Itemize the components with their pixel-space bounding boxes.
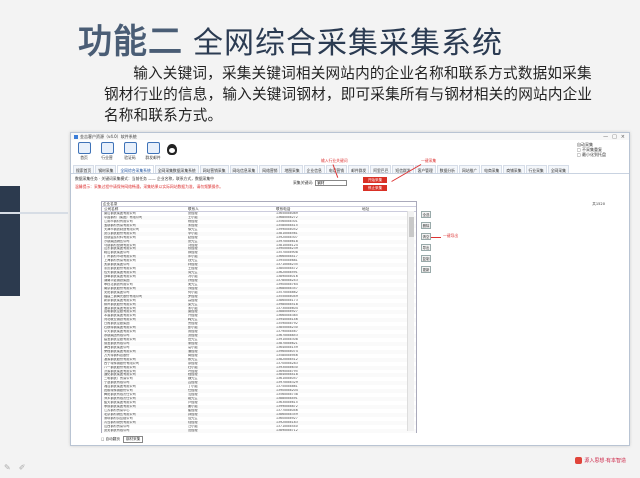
network-icon	[100, 142, 114, 154]
title-light: 全网综合采集采集系统	[193, 26, 503, 61]
side-button-3[interactable]: 导出	[421, 244, 431, 251]
table-scrollbar[interactable]	[407, 211, 414, 431]
toolbar-mail-button[interactable]: 群发邮件	[144, 142, 162, 161]
options-panel: 自动采集 □ 不采集重复 □ 最小化到托盘	[577, 142, 625, 157]
brand-mark-icon	[575, 457, 583, 464]
annotation-input-hint: 输入行业关键词	[321, 158, 348, 163]
tab-19[interactable]: 全网采集	[547, 165, 569, 173]
decorative-dark-bar	[0, 186, 20, 296]
tab-18[interactable]: 行业采集	[525, 165, 547, 173]
tab-3[interactable]: 全网采集数据采集系统	[154, 165, 199, 173]
toolbar: 首页 行业营 验证码 群发邮件	[71, 140, 629, 165]
description-text: 输入关键词，采集关键词相关网站内的企业名称和联系方式数据如采集钢材行业的信息，输…	[104, 65, 593, 124]
annotation-export: 一键导出	[443, 233, 459, 238]
tab-10[interactable]: 邮件群发	[348, 165, 370, 173]
header-phone: 联系电话	[276, 207, 291, 211]
tab-1[interactable]: 钢材采集	[95, 165, 117, 173]
side-button-2[interactable]: 清空	[421, 233, 431, 240]
side-button-1[interactable]: 删除	[421, 222, 431, 229]
side-button-group: 全选删除清空导出复制更新	[421, 211, 431, 273]
close-button[interactable]: ×	[621, 134, 625, 140]
pencil-icon: ✐	[18, 463, 26, 472]
mode-select[interactable]: 钢材采集	[122, 436, 144, 443]
option-tray[interactable]: □ 最小化到托盘	[577, 152, 625, 157]
app-window: 金吉客户资源（v4.0）软件系统 — □ × 首页 行业营 验证码 群发邮件 自…	[70, 132, 630, 446]
tab-bar: 搜索首页 钢材采集 全网综合采集系统 全网采集数据采集系统 网站营销采集 网站信息采集 网络…	[71, 165, 629, 174]
toolbar-network-button[interactable]: 行业营	[98, 142, 116, 161]
auto-page-checkbox[interactable]: □ 自动翻页	[101, 437, 120, 442]
home-icon	[77, 142, 91, 154]
cell-contact: 范经理	[188, 428, 198, 432]
side-button-0[interactable]: 全选	[421, 211, 431, 218]
cell-phone: 1389xxxx712	[276, 428, 298, 432]
tab-16[interactable]: 电商采集	[481, 165, 503, 173]
tab-11[interactable]: 阿里巴巴	[370, 165, 392, 173]
start-collect-button[interactable]: 开始采集	[363, 177, 387, 183]
side-button-4[interactable]: 复制	[421, 255, 431, 262]
app-title: 金吉客户资源（v4.0）软件系统	[80, 133, 137, 139]
annotation-collect: 一键采集	[421, 158, 437, 163]
footer-logo: 源入思想·有本智造	[575, 457, 626, 464]
tab-6[interactable]: 网络营销	[259, 165, 281, 173]
table-row[interactable]: 武安钢铁有限公司 范经理 1389xxxx712	[102, 428, 416, 433]
side-button-5[interactable]: 更新	[421, 266, 431, 273]
table-body: 唐山钢铁集团有限公司 张经理 1365xxxx089 中国钢材（集团）有限公司 王小姐 1…	[102, 212, 416, 433]
title-strong: 功能二	[78, 22, 183, 62]
toolbar-image-button[interactable]: 验证码	[121, 142, 139, 161]
header-contact: 联系人	[188, 207, 199, 211]
tab-17[interactable]: 商铺采集	[503, 165, 525, 173]
pen-icon: ✎	[4, 463, 11, 472]
tab-5[interactable]: 网站信息采集	[229, 165, 259, 173]
tab-8[interactable]: 企业信息	[303, 165, 325, 173]
cell-address	[362, 429, 410, 433]
image-icon	[123, 142, 137, 154]
app-logo-icon	[74, 134, 78, 139]
toolbar-home-button[interactable]: 首页	[75, 142, 93, 161]
record-counter: 共1520	[592, 202, 605, 206]
decorative-line	[0, 212, 68, 214]
keyword-input[interactable]	[315, 180, 348, 186]
minimize-button[interactable]: —	[603, 134, 608, 140]
stop-collect-button[interactable]: 停止采集	[363, 185, 387, 191]
info-strip: 数据采集任务 · 关键词采集模式：当前任务 —— 企业名称，联系方式，数据采集中…	[71, 174, 629, 198]
info-line: 数据采集任务 · 关键词采集模式：当前任务 —— 企业名称，联系方式，数据采集中	[75, 176, 214, 181]
tab-7[interactable]: 地图采集	[281, 165, 303, 173]
tab-15[interactable]: 网站推广	[458, 165, 481, 173]
scroll-thumb[interactable]	[409, 217, 414, 237]
results-table: 企业名录 公司名称 联系人 联系电话 地址 唐山钢铁集团有限公司 张经理 1365x…	[101, 201, 417, 433]
tab-2[interactable]: 全网综合采集系统	[117, 165, 154, 173]
page-title: 功能二 全网综合采集采集系统	[78, 14, 503, 62]
app-titlebar: 金吉客户资源（v4.0）软件系统 — □ ×	[71, 133, 629, 140]
tab-0[interactable]: 搜索首页	[73, 165, 95, 173]
maximize-button[interactable]: □	[612, 134, 617, 140]
footer-logo-text: 源入思想·有本智造	[584, 458, 626, 464]
status-bar: □ 自动翻页 钢材采集	[101, 436, 144, 443]
keyword-label: 采集关键词:	[293, 180, 314, 185]
qq-penguin-icon[interactable]	[167, 144, 177, 155]
header-company: 公司名称	[104, 207, 119, 211]
mail-icon	[146, 142, 160, 154]
corner-decoration: ✎ ✐	[4, 463, 25, 472]
cell-company: 武安钢铁有限公司	[104, 428, 130, 432]
tab-14[interactable]: 数据分析	[436, 165, 458, 173]
tab-4[interactable]: 网站营销采集	[199, 165, 229, 173]
header-address: 地址	[362, 207, 370, 211]
